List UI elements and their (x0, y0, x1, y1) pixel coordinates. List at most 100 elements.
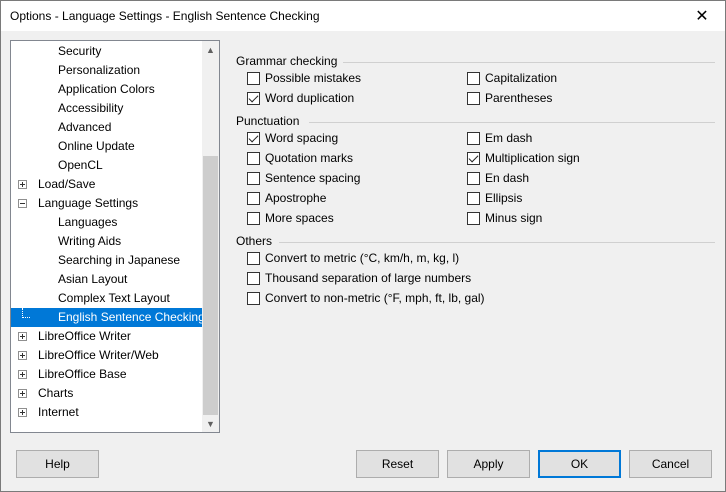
collapse-icon[interactable] (18, 199, 27, 208)
capitalization-checkbox[interactable] (467, 72, 480, 85)
em-dash-checkbox[interactable] (467, 132, 480, 145)
sentence-spacing-label: Sentence spacing (265, 171, 361, 185)
ok-button[interactable]: OK (538, 450, 621, 478)
multiplication-sign-label: Multiplication sign (485, 151, 580, 165)
expand-icon[interactable] (18, 370, 27, 379)
em-dash-label: Em dash (485, 131, 533, 145)
apply-button[interactable]: Apply (447, 450, 530, 478)
options-dialog: Options - Language Settings - English Se… (0, 0, 726, 492)
more-spaces-checkbox[interactable] (247, 212, 260, 225)
more-spaces-label: More spaces (265, 211, 334, 225)
tree-item[interactable]: Language Settings (11, 194, 203, 213)
ellipsis-label: Ellipsis (485, 191, 523, 205)
close-button[interactable]: ✕ (679, 1, 725, 31)
tree-item-label: OpenCL (58, 158, 103, 172)
multiplication-sign-checkbox[interactable] (467, 152, 480, 165)
tree-item-label: Application Colors (58, 82, 155, 96)
parentheses-label: Parentheses (485, 91, 553, 105)
title-bar: Options - Language Settings - English Se… (1, 1, 725, 31)
tree-item[interactable]: Personalization (11, 61, 203, 80)
tree-item[interactable]: Languages (11, 213, 203, 232)
tree-scrollbar[interactable]: ▲ ▼ (202, 41, 219, 432)
convert-nonmetric-checkbox[interactable] (247, 292, 260, 305)
expand-icon[interactable] (18, 408, 27, 417)
thousand-separation-checkbox[interactable] (247, 272, 260, 285)
tree-item-label: Load/Save (38, 177, 96, 191)
tree-item[interactable]: Online Update (11, 137, 203, 156)
divider (309, 122, 715, 123)
tree-item[interactable]: Advanced (11, 118, 203, 137)
word-spacing-checkbox[interactable] (247, 132, 260, 145)
reset-button[interactable]: Reset (356, 450, 439, 478)
tree-item-label: LibreOffice Writer (38, 329, 131, 343)
quotation-marks-checkbox[interactable] (247, 152, 260, 165)
tree-item-label: Personalization (58, 63, 141, 77)
tree-item-label: LibreOffice Base (38, 367, 127, 381)
possible-mistakes-label: Possible mistakes (265, 71, 362, 85)
tree-item[interactable]: LibreOffice Writer (11, 327, 203, 346)
convert-metric-checkbox[interactable] (247, 252, 260, 265)
tree-item[interactable]: LibreOffice Writer/Web (11, 346, 203, 365)
window-title: Options - Language Settings - English Se… (10, 9, 320, 23)
capitalization-label: Capitalization (485, 71, 558, 85)
en-dash-checkbox[interactable] (467, 172, 480, 185)
apostrophe-label: Apostrophe (265, 191, 327, 205)
tree-item-label: Asian Layout (58, 272, 128, 286)
options-tree: Security Personalization Application Color… (10, 40, 220, 433)
tree-item-label: Security (58, 44, 102, 58)
punctuation-header: Punctuation (236, 114, 300, 128)
tree-item[interactable]: Application Colors (11, 80, 203, 99)
tree-item-label: Internet (38, 405, 79, 419)
tree-item[interactable]: Asian Layout (11, 270, 203, 289)
possible-mistakes-checkbox[interactable] (247, 72, 260, 85)
sentence-checking-panel: Grammar checking Possible mistakes Word … (229, 40, 719, 440)
quotation-marks-label: Quotation marks (265, 151, 354, 165)
tree-item-label: Complex Text Layout (58, 291, 170, 305)
sentence-spacing-checkbox[interactable] (247, 172, 260, 185)
apostrophe-checkbox[interactable] (247, 192, 260, 205)
expand-icon[interactable] (18, 389, 27, 398)
word-spacing-label: Word spacing (265, 131, 339, 145)
tree-item[interactable]: OpenCL (11, 156, 203, 175)
help-button[interactable]: Help (16, 450, 99, 478)
close-icon: ✕ (695, 8, 709, 25)
tree-item[interactable]: Searching in Japanese (11, 251, 203, 270)
expand-icon[interactable] (18, 351, 27, 360)
tree-item[interactable]: Internet (11, 403, 203, 422)
thousand-separation-label: Thousand separation of large numbers (265, 271, 472, 285)
word-duplication-checkbox[interactable] (247, 92, 260, 105)
en-dash-label: En dash (485, 171, 530, 185)
cancel-button[interactable]: Cancel (629, 450, 712, 478)
expand-icon[interactable] (18, 332, 27, 341)
tree-item-label: Searching in Japanese (58, 253, 181, 267)
tree-item-label: Advanced (58, 120, 112, 134)
scroll-down-icon[interactable]: ▼ (202, 415, 219, 432)
scrollbar-thumb[interactable] (203, 156, 218, 415)
minus-sign-checkbox[interactable] (467, 212, 480, 225)
tree-item-label: Writing Aids (58, 234, 122, 248)
tree-item-label: English Sentence Checking (58, 310, 205, 324)
divider (343, 62, 715, 63)
tree-item[interactable]: Accessibility (11, 99, 203, 118)
convert-nonmetric-label: Convert to non-metric (°F, mph, ft, lb, … (265, 291, 485, 305)
tree-item[interactable]: Load/Save (11, 175, 203, 194)
tree-item[interactable]: Security (11, 42, 203, 61)
tree-item[interactable]: LibreOffice Base (11, 365, 203, 384)
tree-item-label: LibreOffice Writer/Web (38, 348, 159, 362)
expand-icon[interactable] (18, 180, 27, 189)
ellipsis-checkbox[interactable] (467, 192, 480, 205)
tree-item[interactable]: English Sentence Checking (11, 308, 205, 327)
tree-item[interactable]: Charts (11, 384, 203, 403)
tree-item-label: Language Settings (38, 196, 139, 210)
tree-item[interactable]: Writing Aids (11, 232, 203, 251)
grammar-checking-header: Grammar checking (236, 54, 338, 68)
tree-item-label: Online Update (58, 139, 135, 153)
divider (279, 242, 715, 243)
tree-connector (22, 308, 30, 318)
tree-item-label: Languages (58, 215, 118, 229)
scroll-up-icon[interactable]: ▲ (202, 41, 219, 58)
tree-item[interactable]: Complex Text Layout (11, 289, 203, 308)
convert-metric-label: Convert to metric (°C, km/h, m, kg, l) (265, 251, 460, 265)
parentheses-checkbox[interactable] (467, 92, 480, 105)
word-duplication-label: Word duplication (265, 91, 355, 105)
